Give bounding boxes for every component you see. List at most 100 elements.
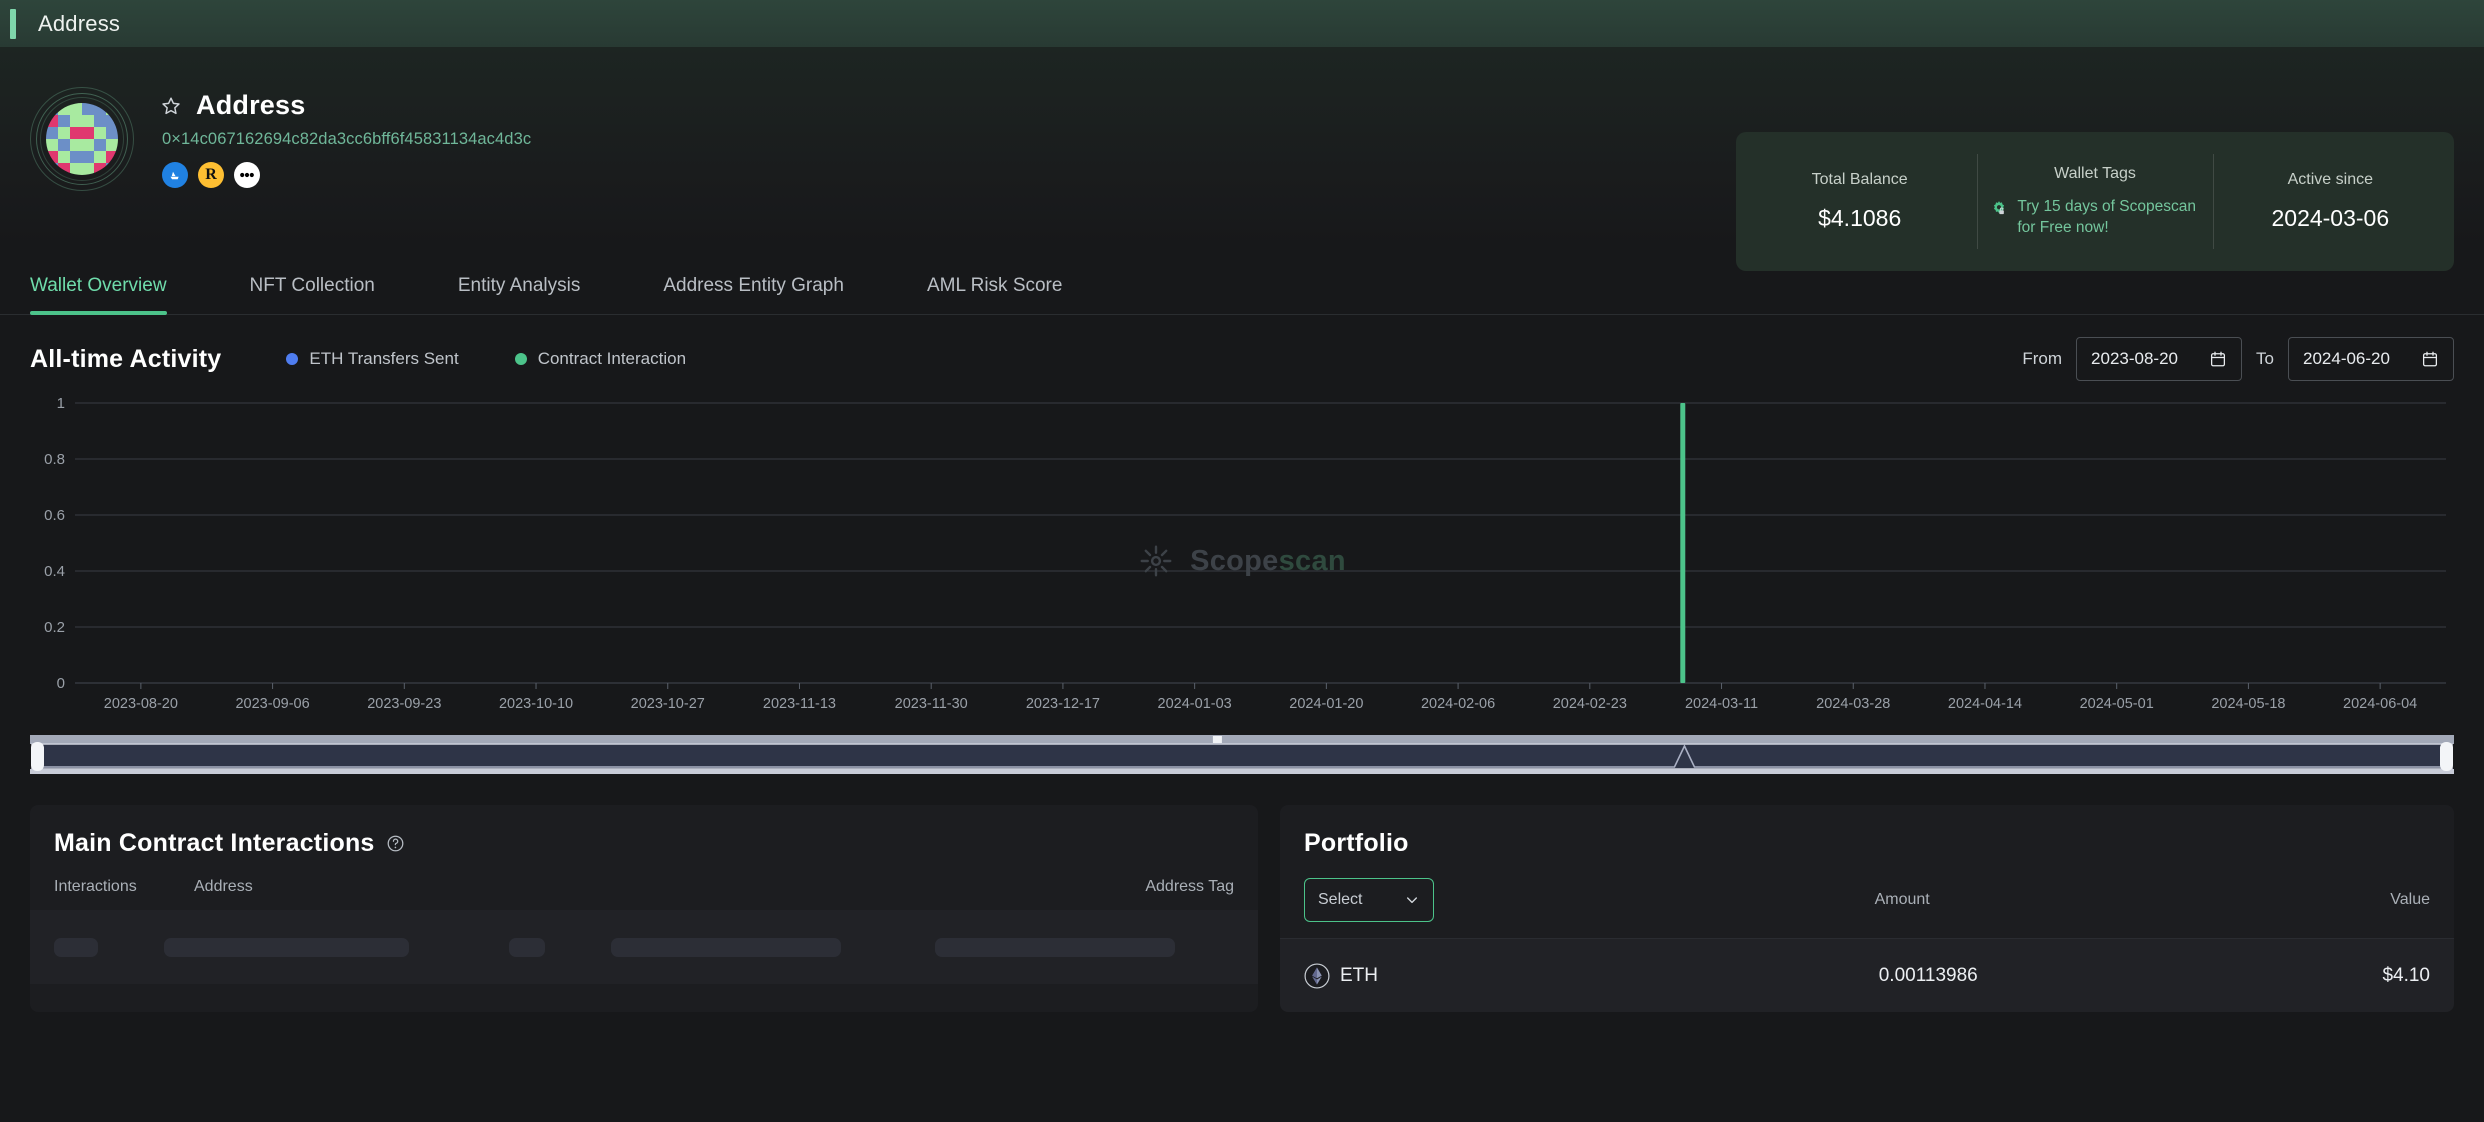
tab-entity-analysis[interactable]: Entity Analysis [458, 275, 581, 314]
ethereum-icon [1304, 963, 1330, 989]
svg-text:2023-11-30: 2023-11-30 [895, 696, 968, 712]
rarible-icon[interactable]: R [198, 162, 224, 188]
breadcrumb: Address [38, 11, 120, 37]
svg-text:2024-01-20: 2024-01-20 [1289, 696, 1363, 712]
avatar [30, 87, 134, 191]
stat-value: 2024-03-06 [2271, 205, 2389, 232]
address-hero: Address 0×14c067162694c82da3cc6bff6f4583… [0, 47, 2484, 247]
portfolio-asset-name: ETH [1340, 965, 1378, 987]
chart-range-brush[interactable] [30, 731, 2454, 777]
contracts-panel-header: Main Contract Interactions [30, 805, 1258, 878]
column-header-value: Value [2390, 891, 2430, 909]
to-date-value: 2024-06-20 [2303, 349, 2390, 369]
svg-text:2024-02-23: 2024-02-23 [1553, 696, 1627, 712]
from-label: From [2022, 349, 2062, 369]
svg-text:0.4: 0.4 [44, 563, 65, 580]
svg-text:0.2: 0.2 [44, 619, 65, 636]
stat-value: $4.1086 [1818, 205, 1901, 232]
svg-text:2024-05-18: 2024-05-18 [2211, 696, 2285, 712]
legend-item-eth-transfers-sent[interactable]: ETH Transfers Sent [286, 349, 458, 369]
svg-text:2023-10-27: 2023-10-27 [631, 696, 705, 712]
activity-chart-svg: 00.20.40.60.812023-08-202023-09-062023-0… [30, 395, 2454, 725]
tab-nft-collection[interactable]: NFT Collection [250, 275, 375, 314]
svg-text:1: 1 [57, 395, 65, 412]
to-date-input[interactable]: 2024-06-20 [2288, 337, 2454, 381]
stat-active-since: Active since 2024-03-06 [2213, 132, 2448, 271]
column-header-address: Address [194, 878, 1145, 896]
social-links: R [162, 162, 531, 188]
column-header-address-tag: Address Tag [1145, 878, 1234, 896]
star-icon[interactable] [160, 95, 182, 117]
help-circle-icon[interactable] [386, 834, 405, 853]
svg-text:0.8: 0.8 [44, 451, 65, 468]
stat-label: Wallet Tags [2054, 165, 2136, 183]
blur-icon[interactable] [234, 162, 260, 188]
tab-address-entity-graph[interactable]: Address Entity Graph [663, 275, 844, 314]
legend-dot-icon [515, 353, 527, 365]
address-hash[interactable]: 0×14c067162694c82da3cc6bff6f45831134ac4d… [162, 130, 531, 149]
skeleton-cell [54, 938, 98, 957]
gear-lock-icon [1989, 199, 2009, 219]
legend-label: Contract Interaction [538, 349, 686, 369]
svg-text:2023-11-13: 2023-11-13 [763, 696, 836, 712]
calendar-icon[interactable] [2421, 350, 2439, 368]
portfolio-panel-title: Portfolio [1304, 829, 1409, 858]
header-accent-bar [10, 9, 16, 39]
to-label: To [2256, 349, 2274, 369]
calendar-icon[interactable] [2209, 350, 2227, 368]
portfolio-asset-value: $4.10 [2382, 965, 2430, 987]
skeleton-cell [611, 938, 841, 957]
svg-text:2023-08-20: 2023-08-20 [104, 696, 178, 712]
tab-wallet-overview[interactable]: Wallet Overview [30, 275, 167, 314]
legend-dot-icon [286, 353, 298, 365]
tab-aml-risk-score[interactable]: AML Risk Score [927, 275, 1063, 314]
all-time-activity-section: All-time Activity ETH Transfers Sent Con… [0, 315, 2484, 777]
from-date-input[interactable]: 2023-08-20 [2076, 337, 2242, 381]
scopescan-promo[interactable]: Try 15 days of Scopescan for Free now! [1989, 197, 2200, 239]
portfolio-panel: Portfolio Select Amount Value [1280, 805, 2454, 1012]
main-contract-interactions-panel: Main Contract Interactions Interactions … [30, 805, 1258, 1012]
stat-wallet-tags: Wallet Tags Try 15 days of Scopescan for… [1977, 132, 2212, 271]
identity-text: Address 0×14c067162694c82da3cc6bff6f4583… [160, 90, 531, 188]
skeleton-cell [509, 938, 545, 957]
portfolio-table-header: Select Amount Value [1280, 878, 2454, 938]
portfolio-panel-header: Portfolio [1280, 805, 2454, 878]
wallet-stats-card: Total Balance $4.1086 Wallet Tags Try 15… [1736, 132, 2454, 271]
svg-text:2024-04-14: 2024-04-14 [1948, 696, 2022, 712]
table-row [30, 910, 1258, 984]
skeleton-cell [164, 938, 409, 957]
table-row[interactable]: ETH 0.00113986 $4.10 [1280, 938, 2454, 1012]
bottom-panels: Main Contract Interactions Interactions … [0, 777, 2484, 1012]
portfolio-asset-amount: 0.00113986 [1474, 965, 2382, 987]
svg-text:2024-03-11: 2024-03-11 [1685, 696, 1758, 712]
chart-range-brush-svg [30, 731, 2454, 777]
stat-total-balance: Total Balance $4.1086 [1742, 132, 1977, 271]
activity-chart[interactable]: 00.20.40.60.812023-08-202023-09-062023-0… [30, 395, 2454, 725]
identity-name-row: Address [160, 90, 531, 121]
contracts-panel-title: Main Contract Interactions [54, 829, 375, 858]
svg-text:2023-10-10: 2023-10-10 [499, 696, 573, 712]
svg-text:2024-02-06: 2024-02-06 [1421, 696, 1495, 712]
from-date-value: 2023-08-20 [2091, 349, 2178, 369]
column-header-interactions: Interactions [54, 878, 194, 896]
svg-text:2023-09-06: 2023-09-06 [235, 696, 309, 712]
opensea-icon[interactable] [162, 162, 188, 188]
contracts-table-header: Interactions Address Address Tag [30, 878, 1258, 910]
identicon-image [46, 103, 118, 175]
svg-text:0: 0 [57, 675, 65, 692]
skeleton-cell [935, 938, 1175, 957]
asset-select-value: Select [1318, 891, 1362, 909]
page-title: Address [196, 90, 305, 121]
chart-legend: ETH Transfers Sent Contract Interaction [286, 349, 686, 369]
activity-header: All-time Activity ETH Transfers Sent Con… [30, 337, 2454, 381]
svg-text:2024-03-28: 2024-03-28 [1816, 696, 1890, 712]
svg-text:0.6: 0.6 [44, 507, 65, 524]
legend-item-contract-interaction[interactable]: Contract Interaction [515, 349, 686, 369]
svg-text:2024-01-03: 2024-01-03 [1158, 696, 1232, 712]
legend-label: ETH Transfers Sent [309, 349, 458, 369]
stat-label: Total Balance [1812, 171, 1908, 189]
stat-label: Active since [2288, 171, 2373, 189]
column-header-amount: Amount [1414, 891, 2390, 909]
date-range-controls: From 2023-08-20 To 2024-06-20 [2022, 337, 2454, 381]
promo-text: Try 15 days of Scopescan for Free now! [2017, 197, 2200, 239]
